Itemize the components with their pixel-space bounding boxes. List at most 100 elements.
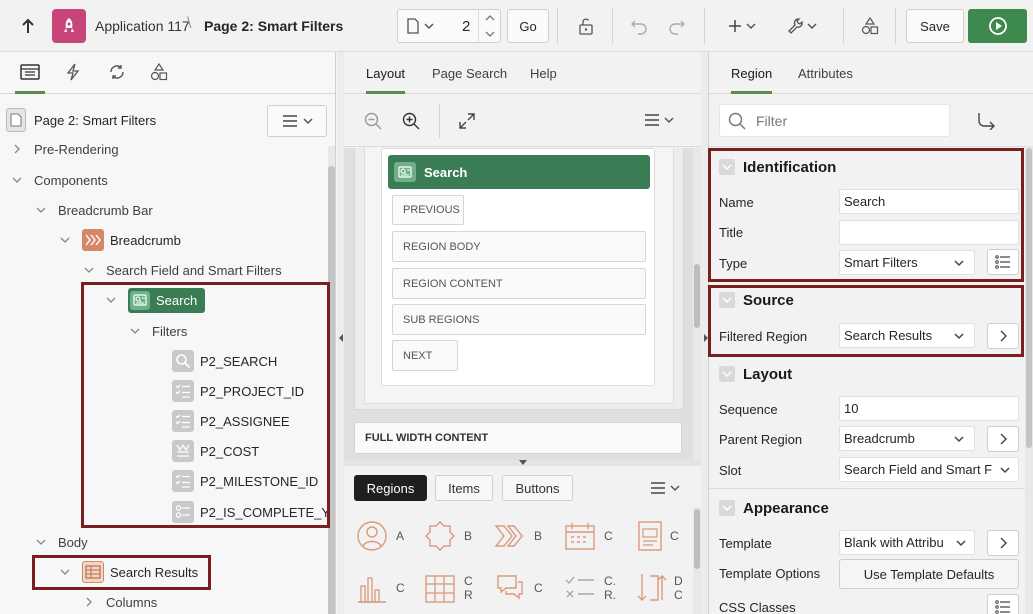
- highlight-search-node: [81, 282, 330, 528]
- shared-components-icon[interactable]: [855, 9, 885, 43]
- highlight-search-results: [32, 555, 211, 590]
- tree-node-breadcrumb[interactable]: Breadcrumb: [58, 225, 181, 255]
- gallery-item-breadcrumb[interactable]: B: [494, 520, 542, 552]
- slot-region-body[interactable]: REGION BODY: [392, 231, 646, 262]
- chevron-down-icon: [807, 23, 817, 30]
- slot-select[interactable]: Search Field and Smart F: [839, 457, 1019, 482]
- wrench-icon: [788, 18, 803, 34]
- chevron-right-icon: [1000, 537, 1007, 549]
- sequence-field[interactable]: 10: [839, 396, 1019, 421]
- app-name-link[interactable]: Application 117: [95, 18, 190, 34]
- gallery-tab-buttons[interactable]: Buttons: [502, 475, 573, 501]
- chevron-down-icon: [10, 173, 24, 187]
- layout-scrollbar[interactable]: [693, 148, 701, 460]
- region-header-search[interactable]: Search: [388, 155, 650, 189]
- tab-layout[interactable]: Layout: [366, 66, 406, 94]
- rendering-tab-icon[interactable]: [20, 64, 40, 80]
- gallery-scrollbar[interactable]: [693, 507, 701, 614]
- tree-node-columns[interactable]: Columns: [82, 587, 157, 614]
- template-select[interactable]: Blank with Attribu: [839, 530, 975, 555]
- create-menu-button[interactable]: [724, 9, 760, 43]
- tab-page-search[interactable]: Page Search: [432, 66, 507, 81]
- parent-region-select[interactable]: Breadcrumb: [839, 426, 975, 451]
- label-template: Template: [719, 536, 772, 551]
- gallery-tab-regions[interactable]: Regions: [354, 475, 427, 501]
- tab-attributes[interactable]: Attributes: [798, 66, 853, 81]
- right-splitter[interactable]: [701, 52, 708, 614]
- gallery-item-content-row[interactable]: C. R.: [564, 572, 616, 604]
- properties-scrollbar[interactable]: [1025, 146, 1033, 614]
- expand-icon[interactable]: [459, 113, 475, 129]
- gallery-item-calendar[interactable]: C: [564, 520, 613, 552]
- gallery-item-classic-report[interactable]: C R: [424, 572, 473, 604]
- gallery-item-badge[interactable]: B: [424, 520, 472, 552]
- layout-menu-button[interactable]: [644, 114, 674, 126]
- gallery-item-card[interactable]: C: [636, 520, 679, 552]
- calendar-icon: [565, 523, 595, 550]
- slot-full-width-content[interactable]: FULL WIDTH CONTENT: [354, 422, 682, 454]
- gallery-item-label: C: [604, 529, 613, 543]
- zoom-in-icon[interactable]: [402, 112, 420, 130]
- zoom-out-icon[interactable]: [364, 112, 382, 130]
- page-title: Page 2: Smart Filters: [204, 18, 344, 34]
- chevron-down-icon: [719, 366, 735, 382]
- tree-node-pre-rendering[interactable]: Pre-Rendering: [10, 134, 119, 164]
- region-title: Search: [424, 164, 468, 180]
- page-shared-components-tab-icon[interactable]: [150, 63, 168, 81]
- tree-label: Search Field and Smart Filters: [106, 262, 282, 278]
- tree-node-components[interactable]: Components: [10, 165, 108, 195]
- gallery-item-dynamic-content[interactable]: D C: [636, 572, 683, 604]
- layout-toolbar: [344, 94, 701, 147]
- dynamic-actions-tab-icon[interactable]: [65, 63, 81, 81]
- section-title: Layout: [743, 365, 793, 383]
- tab-region[interactable]: Region: [731, 66, 773, 94]
- gallery-item-avatar[interactable]: A: [356, 520, 404, 552]
- highlight-identification: [708, 148, 1024, 282]
- go-to-group-icon[interactable]: [977, 112, 999, 130]
- chevron-down-icon: [954, 435, 964, 442]
- unlock-icon[interactable]: [568, 9, 604, 43]
- undo-icon[interactable]: [624, 9, 654, 43]
- gallery-splitter[interactable]: [344, 460, 701, 466]
- slot-previous[interactable]: PREVIOUS: [392, 195, 464, 225]
- page-number-input[interactable]: 2: [462, 18, 470, 35]
- chevron-down-icon: [302, 118, 313, 125]
- save-button[interactable]: Save: [906, 9, 964, 43]
- tab-help[interactable]: Help: [530, 66, 557, 81]
- slot-sub-regions[interactable]: SUB REGIONS: [392, 304, 646, 335]
- app-logo-icon: [52, 9, 86, 43]
- processing-tab-icon[interactable]: [108, 64, 126, 80]
- gallery-item-chart[interactable]: C: [356, 572, 405, 604]
- section-layout[interactable]: Layout: [709, 358, 1025, 390]
- top-toolbar: Application 117 \ Page 2: Smart Filters …: [0, 0, 1033, 52]
- go-to-parent-region-button[interactable]: [987, 426, 1019, 452]
- chevron-down-icon: [82, 263, 96, 277]
- run-button[interactable]: [968, 9, 1027, 43]
- gallery-menu-button[interactable]: [650, 482, 680, 494]
- card-icon: [638, 521, 662, 551]
- gallery-item-comments[interactable]: C: [494, 572, 543, 604]
- tree-node-body[interactable]: Body: [34, 527, 88, 557]
- css-classes-list-button[interactable]: [987, 594, 1019, 614]
- tree-menu-button[interactable]: [267, 105, 327, 137]
- up-arrow-icon[interactable]: [14, 9, 42, 43]
- section-appearance[interactable]: Appearance: [709, 492, 1025, 524]
- chevron-right-icon: [1000, 433, 1007, 445]
- gallery-item-label: C: [670, 529, 679, 543]
- tree-node-breadcrumb-bar[interactable]: Breadcrumb Bar: [34, 195, 153, 225]
- go-to-template-button[interactable]: [987, 530, 1019, 556]
- tree-root-page[interactable]: Page 2: Smart Filters: [6, 105, 156, 135]
- page-stepper[interactable]: [478, 10, 500, 42]
- tree-label: Components: [34, 172, 108, 188]
- slot-next[interactable]: NEXT: [392, 340, 458, 371]
- gallery-tab-items[interactable]: Items: [435, 475, 493, 501]
- page-selector[interactable]: 2: [397, 9, 501, 43]
- use-template-defaults-button[interactable]: Use Template Defaults: [839, 559, 1019, 589]
- go-button[interactable]: Go: [507, 9, 549, 43]
- tree-node-search-field-slot[interactable]: Search Field and Smart Filters: [82, 255, 282, 285]
- filter-input[interactable]: Filter: [719, 104, 950, 137]
- redo-icon[interactable]: [662, 9, 692, 43]
- left-splitter[interactable]: [337, 52, 344, 614]
- slot-region-content[interactable]: REGION CONTENT: [392, 268, 646, 299]
- utilities-menu-button[interactable]: [782, 9, 822, 43]
